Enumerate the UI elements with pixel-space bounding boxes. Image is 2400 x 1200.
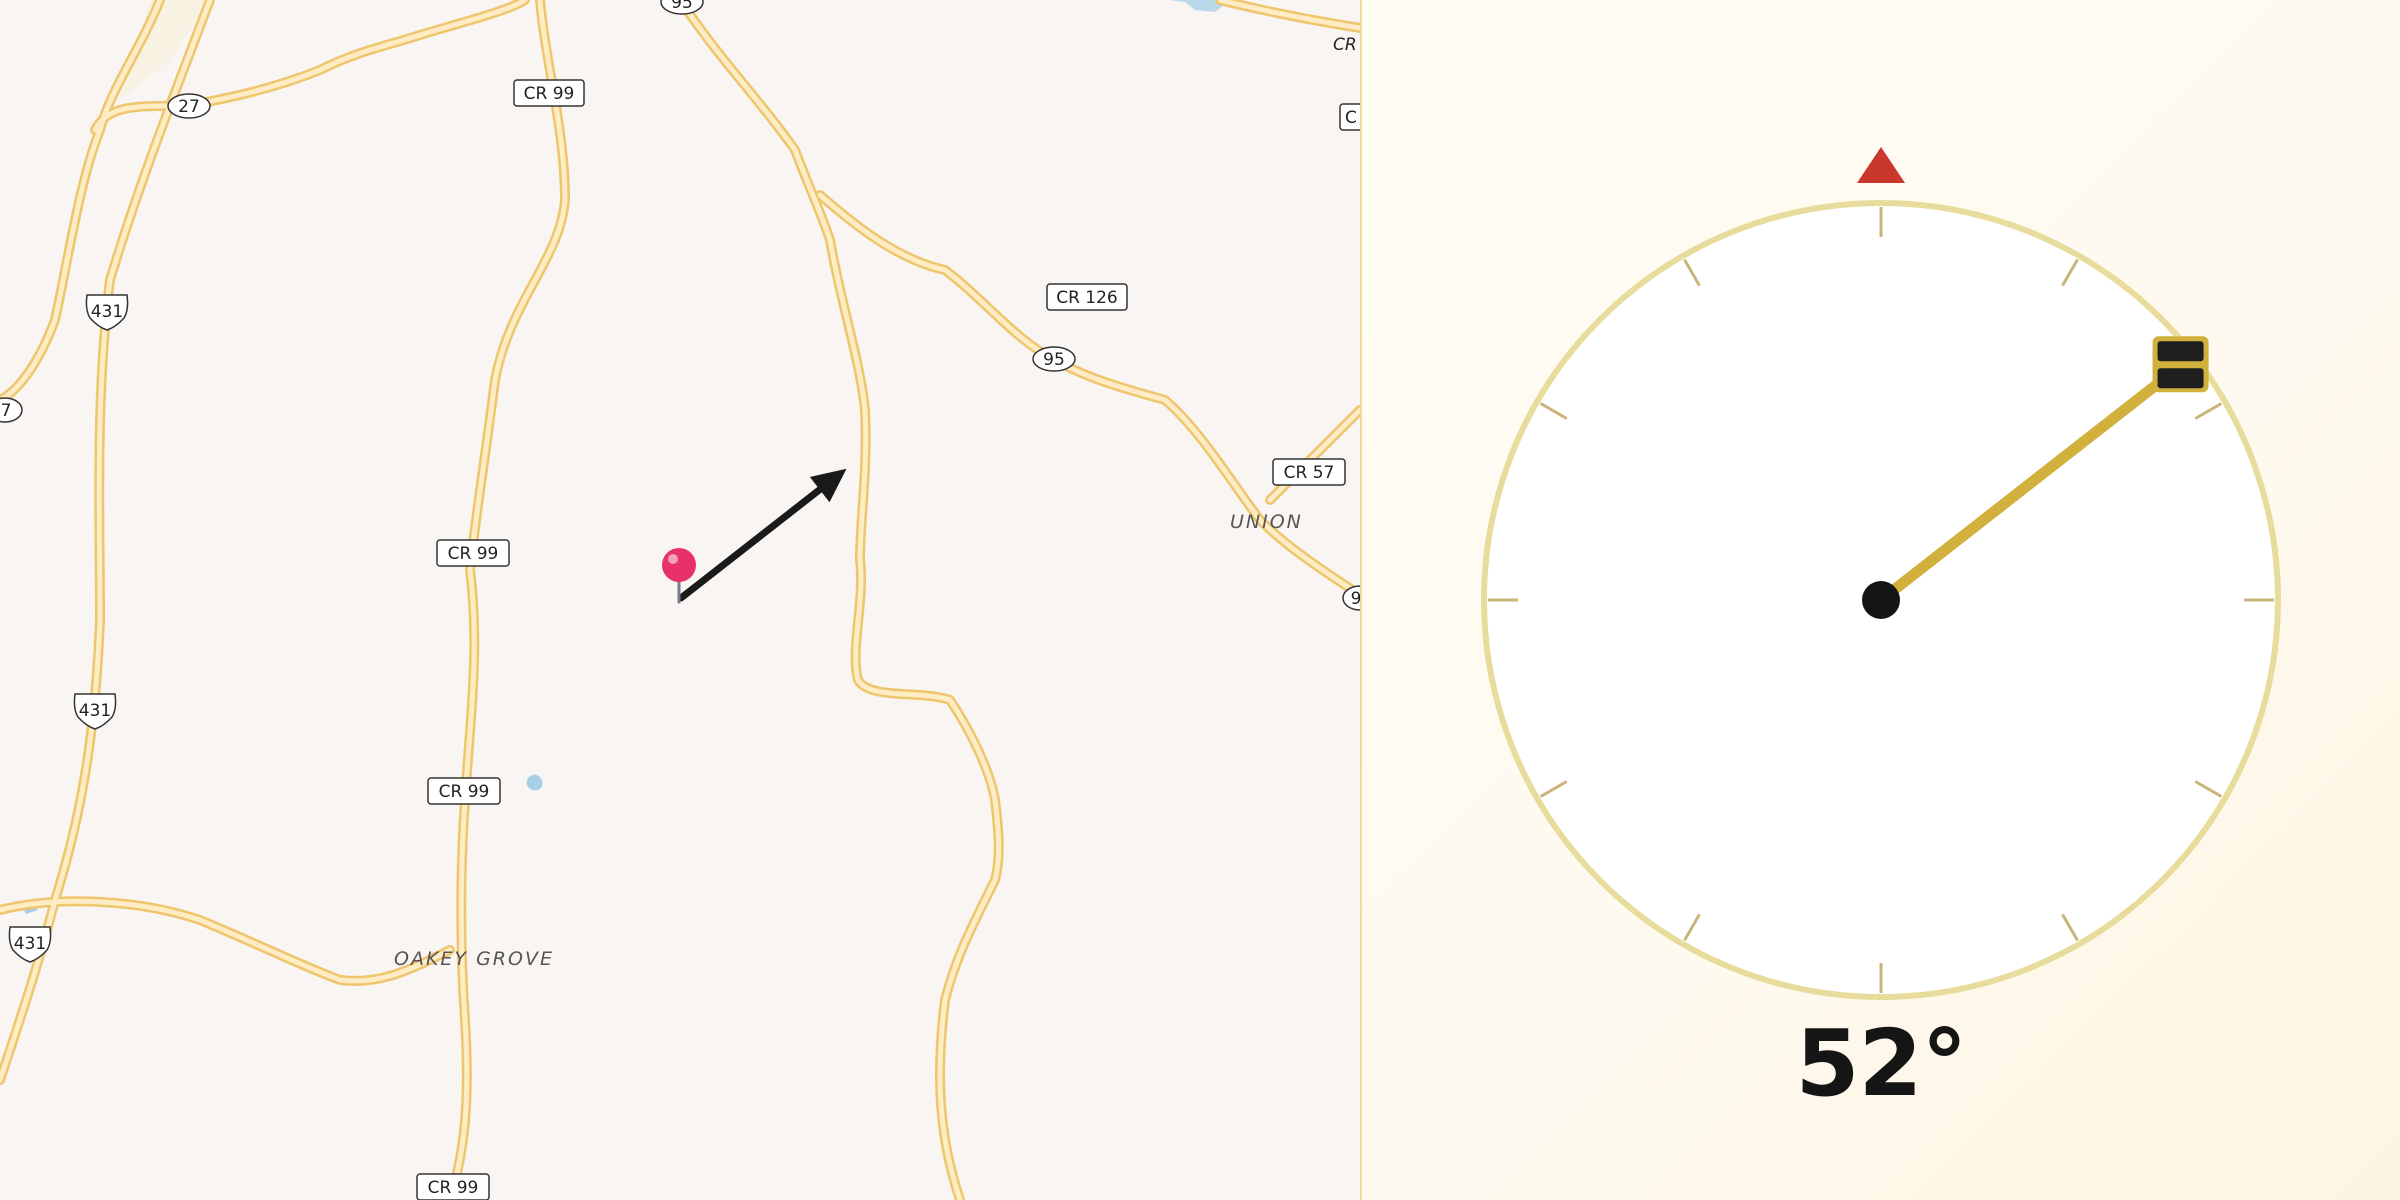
needle-handle[interactable]: [2152, 336, 2209, 393]
svg-text:CR 126: CR 126: [1056, 288, 1118, 308]
svg-text:C: C: [1345, 108, 1357, 128]
place-label-union: UNION: [1230, 511, 1303, 533]
svg-text:CR 99: CR 99: [439, 782, 490, 802]
road-label-7-edge: 7: [0, 397, 23, 423]
heading-readout: 52°: [1795, 1010, 1967, 1117]
svg-text:7: 7: [1, 401, 12, 421]
svg-text:CR 57: CR 57: [1284, 463, 1335, 483]
road-label-us431-top: 431: [85, 294, 129, 331]
road-label-cr126: CR 126: [1046, 283, 1128, 311]
map-view[interactable]: CR 99 CR 99 CR 99 CR 99 CR 126 CR 57 CR …: [0, 0, 1360, 1200]
road-label-95-top: 95: [660, 0, 704, 15]
road-label-95-mid: 95: [1032, 346, 1076, 372]
svg-text:95: 95: [671, 0, 693, 13]
road-label-cr99-top: CR 99: [513, 79, 585, 107]
road-label-us431-mid: 431: [73, 693, 117, 730]
road-label-cr-edge: CR: [1333, 35, 1357, 55]
compass-panel: 52°: [1362, 0, 2400, 1200]
svg-text:95: 95: [1043, 350, 1065, 370]
water-body: [526, 774, 543, 791]
svg-text:CR 99: CR 99: [448, 544, 499, 564]
svg-text:CR 99: CR 99: [428, 1178, 479, 1198]
place-label-oakey-grove: OAKEY GROVE: [394, 948, 554, 970]
road-label-27: 27: [167, 93, 211, 119]
svg-text:431: 431: [79, 701, 111, 721]
svg-text:27: 27: [178, 97, 200, 117]
road-label-cr57: CR 57: [1272, 458, 1346, 486]
arrow-icon: [677, 468, 847, 602]
road-label-c-edge: C: [1339, 103, 1360, 131]
svg-text:9: 9: [1351, 589, 1360, 609]
svg-text:431: 431: [91, 302, 123, 322]
road-label-cr99-low: CR 99: [427, 777, 501, 805]
road-label-cr99-mid: CR 99: [436, 539, 510, 567]
svg-text:431: 431: [14, 934, 46, 954]
road-label-cr99-bottom: CR 99: [416, 1173, 490, 1200]
svg-text:CR 99: CR 99: [524, 84, 575, 104]
map-canvas[interactable]: CR 99 CR 99 CR 99 CR 99 CR 126 CR 57 CR …: [0, 0, 1360, 1200]
needle-hub: [1862, 581, 1900, 619]
north-marker-icon: [1857, 147, 1905, 183]
